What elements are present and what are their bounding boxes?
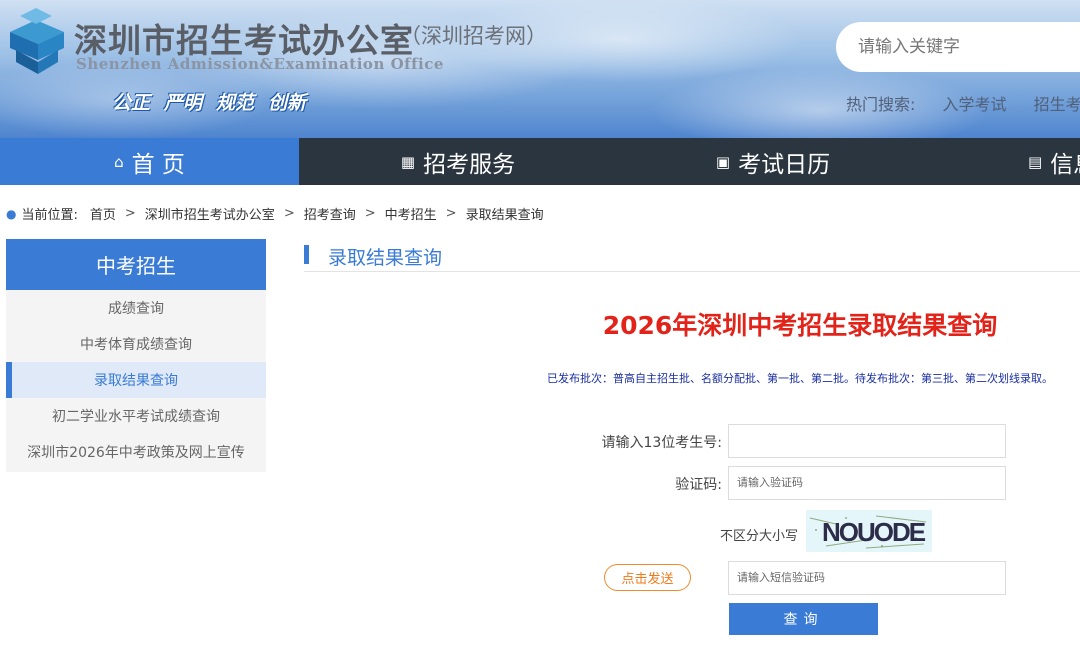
nav-item-label: 首 页 xyxy=(131,151,185,178)
location-pin-icon: ● xyxy=(6,206,17,221)
page-title: 2026年深圳中考招生录取结果查询 xyxy=(602,311,998,340)
breadcrumb-separator: > xyxy=(364,206,376,221)
breadcrumb-item[interactable]: 首页 xyxy=(90,204,116,223)
main-nav: ⌂ 首 页 ▦ 招考服务 ▣ 考试日历 ▤ 信息 xyxy=(0,138,1080,185)
section-header: 录取结果查询 xyxy=(304,243,1080,272)
breadcrumb-item[interactable]: 中考招生 xyxy=(385,204,437,223)
hot-search-link[interactable]: 招生考 xyxy=(1034,95,1080,114)
hot-search-label: 热门搜索: xyxy=(846,95,916,114)
home-icon: ⌂ xyxy=(114,152,124,171)
breadcrumb-item[interactable]: 招考查询 xyxy=(304,204,356,223)
breadcrumb: ● 当前位置: 首页 > 深圳市招生考试办公室 > 招考查询 > 中考招生 > … xyxy=(6,204,544,223)
captcha-label: 验证码: xyxy=(675,477,722,493)
slogan-word: 创新 xyxy=(268,92,307,114)
sidebar-title: 中考招生 xyxy=(6,239,266,290)
batch-notice: 已发布批次：普高自主招生批、名额分配批、第一批、第二批。待发布批次：第三批、第二… xyxy=(547,372,1053,385)
exam-no-label: 请输入13位考生号: xyxy=(601,435,722,451)
grid-icon: ▦ xyxy=(400,152,416,171)
nav-item-label: 招考服务 xyxy=(423,151,516,178)
search-box xyxy=(836,22,1080,72)
hot-search-link[interactable]: 入学考试 xyxy=(943,95,1007,114)
breadcrumb-separator: > xyxy=(283,206,295,221)
breadcrumb-separator: > xyxy=(124,206,136,221)
nav-item-calendar[interactable]: ▣ 考试日历 xyxy=(617,138,929,185)
sidebar-item-grade8-score[interactable]: 初二学业水平考试成绩查询 xyxy=(6,398,266,434)
exam-no-input[interactable] xyxy=(728,424,1006,458)
captcha-hint: 不区分大小写 xyxy=(720,529,799,544)
captcha-image[interactable]: NOUODE xyxy=(806,510,932,552)
hot-search: 热门搜索: 入学考试 招生考 xyxy=(846,91,1080,115)
site-subtitle: （深圳招考网） xyxy=(400,24,547,48)
sms-code-input[interactable] xyxy=(728,561,1006,595)
sidebar-list: 成绩查询 中考体育成绩查询 录取结果查询 初二学业水平考试成绩查询 深圳市202… xyxy=(6,290,266,472)
nav-item-services[interactable]: ▦ 招考服务 xyxy=(299,138,617,185)
nav-item-home[interactable]: ⌂ 首 页 xyxy=(0,138,299,185)
breadcrumb-item[interactable]: 录取结果查询 xyxy=(466,204,544,223)
captcha-text: NOUODE xyxy=(822,517,926,547)
slogan-word: 严明 xyxy=(164,92,203,114)
sidebar-item-policy[interactable]: 深圳市2026年中考政策及网上宣传 xyxy=(6,434,266,470)
sidebar: 中考招生 成绩查询 中考体育成绩查询 录取结果查询 初二学业水平考试成绩查询 深… xyxy=(6,239,266,472)
sidebar-item-pe-score[interactable]: 中考体育成绩查询 xyxy=(6,326,266,362)
send-sms-button[interactable]: 点击发送 xyxy=(604,564,691,591)
query-button[interactable]: 查询 xyxy=(729,603,878,635)
calendar-icon: ▣ xyxy=(715,152,731,171)
nav-item-label: 信息 xyxy=(1050,151,1080,178)
slogan-word: 公正 xyxy=(112,92,151,114)
captcha-noise: NOUODE xyxy=(809,515,928,549)
section-title: 录取结果查询 xyxy=(328,247,443,269)
breadcrumb-prefix: 当前位置: xyxy=(21,208,78,223)
nav-item-label: 考试日历 xyxy=(738,151,831,178)
breadcrumb-item[interactable]: 深圳市招生考试办公室 xyxy=(145,204,275,223)
nav-item-info[interactable]: ▤ 信息 xyxy=(929,138,1080,185)
search-input[interactable] xyxy=(858,37,1058,57)
slogan-word: 规范 xyxy=(216,92,255,114)
breadcrumb-separator: > xyxy=(445,206,457,221)
section-accent-bar xyxy=(304,245,309,264)
sidebar-item-score[interactable]: 成绩查询 xyxy=(6,290,266,326)
sidebar-item-admission-result[interactable]: 录取结果查询 xyxy=(6,362,266,398)
slogan: 公正 严明 规范 创新 xyxy=(112,88,306,115)
document-icon: ▤ xyxy=(1028,152,1043,171)
logo-icon xyxy=(10,8,64,74)
site-title-en: Shenzhen Admission&Examination Office xyxy=(76,55,444,73)
captcha-input[interactable] xyxy=(728,466,1006,500)
site-header: 深圳市招生考试办公室 （深圳招考网） Shenzhen Admission&Ex… xyxy=(0,0,1080,138)
